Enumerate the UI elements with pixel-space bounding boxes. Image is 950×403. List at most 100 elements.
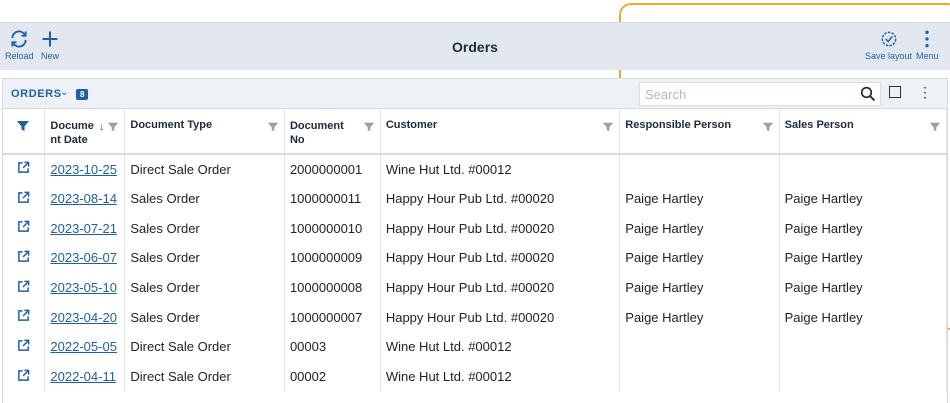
filter-icon[interactable] [107,121,119,133]
document-date-link[interactable]: 2023-04-20 [50,310,117,325]
cell-type: Direct Sale Order [124,332,285,362]
menu-button[interactable]: Menu [916,29,939,61]
cell-date: 2023-05-10 [44,272,126,303]
column-label: Document Type [130,119,213,131]
column-header-number[interactable]: Document No [284,109,381,155]
open-external-icon[interactable] [17,161,30,174]
cell-type: Sales Order [124,213,285,244]
column-header-sales[interactable]: Sales Person [779,109,948,155]
cell-date: 2022-04-11 [44,361,126,392]
cell-sales [779,332,948,362]
filter-icon[interactable] [602,121,614,133]
search-input[interactable] [640,83,840,105]
filter-icon[interactable] [363,121,375,133]
orders-dropdown[interactable]: ORDERS [11,88,62,100]
cell-date: 2023-08-14 [44,183,126,214]
cell-sales: Paige Hartley [779,302,948,333]
column-header-date[interactable]: Docume nt Date ↓ [44,109,126,155]
table-row[interactable]: 2023-04-20 Sales Order 1000000007 Happy Hou… [3,302,948,333]
cell-no: 1000000010 [284,213,381,244]
column-label: Responsible Person [625,119,732,131]
document-date-link[interactable]: 2023-06-07 [50,250,117,265]
cell-no: 1000000007 [284,302,381,333]
table-row[interactable]: 2022-04-11 Direct Sale Order 00002 Wine Hut… [3,361,948,392]
cell-responsible [619,361,780,392]
select-all-checkbox[interactable] [889,86,901,98]
save-layout-button[interactable]: Save layout [865,29,912,61]
cell-sales: Paige Hartley [779,213,948,244]
cell-no: 1000000008 [284,272,381,303]
document-date-link[interactable]: 2023-07-21 [50,221,117,236]
cell-responsible [619,154,780,184]
panel-menu-icon[interactable]: ⋮ [918,85,932,99]
open-cell [3,272,46,303]
open-cell [3,154,46,184]
filter-active-icon[interactable] [16,119,30,133]
cell-type: Sales Order [124,243,285,273]
orders-table: Docume nt Date ↓ Document Type Document N… [3,109,948,392]
column-header-type[interactable]: Document Type [124,109,285,155]
cell-type: Sales Order [124,183,285,214]
column-header-responsible[interactable]: Responsible Person [619,109,780,155]
cell-type: Direct Sale Order [124,361,285,392]
table-row[interactable]: 2023-06-07 Sales Order 1000000009 Happy Hou… [3,243,948,273]
column-label: Docume nt Date [50,120,94,146]
toolbar: Reload New Orders Save layout Menu [0,22,950,70]
document-date-link[interactable]: 2022-05-05 [50,339,117,354]
cell-responsible: Paige Hartley [619,213,780,244]
search-icon[interactable] [860,86,876,102]
cell-customer: Happy Hour Pub Ltd. #00020 [380,243,621,273]
cell-sales [779,361,948,392]
filter-toggle-header[interactable] [3,109,46,155]
table-row[interactable]: 2023-07-21 Sales Order 1000000010 Happy Hou… [3,213,948,244]
column-label: Document No [289,120,344,146]
cell-responsible [619,332,780,362]
open-external-icon[interactable] [17,309,30,322]
document-date-link[interactable]: 2023-08-14 [50,191,117,206]
save-layout-label: Save layout [865,51,913,61]
panel-header: ORDERS ⌄ 8 ⋮ [3,79,947,109]
cell-no: 2000000001 [284,154,381,184]
open-external-icon[interactable] [17,220,30,233]
cell-sales: Paige Hartley [779,243,948,273]
open-external-icon[interactable] [17,339,30,352]
cell-customer: Happy Hour Pub Ltd. #00020 [380,302,621,333]
document-date-link[interactable]: 2022-04-11 [50,369,116,384]
count-badge: 8 [76,89,89,100]
menu-label: Menu [916,51,939,61]
cell-customer: Wine Hut Ltd. #00012 [380,154,621,184]
document-date-link[interactable]: 2023-05-10 [50,280,117,295]
cell-date: 2022-05-05 [44,332,126,362]
open-external-icon[interactable] [17,191,30,204]
table-body: 2023-10-25 Direct Sale Order 2000000001 Win… [3,154,948,392]
document-date-link[interactable]: 2023-10-25 [50,162,117,177]
table-row[interactable]: 2023-10-25 Direct Sale Order 2000000001 Win… [3,154,948,184]
cell-no: 00002 [284,361,381,392]
open-external-icon[interactable] [17,369,30,382]
table-row[interactable]: 2023-08-14 Sales Order 1000000011 Happy Hou… [3,183,948,214]
cell-no: 1000000011 [284,183,381,214]
column-label: Customer [385,119,438,131]
kebab-icon [925,30,929,48]
filter-icon[interactable] [762,121,774,133]
cell-sales [779,154,948,184]
filter-icon[interactable] [267,121,279,133]
column-header-customer[interactable]: Customer [380,109,621,155]
table-row[interactable]: 2023-05-10 Sales Order 1000000008 Happy Hou… [3,272,948,303]
open-external-icon[interactable] [17,280,30,293]
cell-no: 00003 [284,332,381,362]
open-cell [3,302,46,333]
cell-responsible: Paige Hartley [619,302,780,333]
chevron-down-icon[interactable]: ⌄ [60,87,68,98]
cell-responsible: Paige Hartley [619,243,780,273]
filter-icon[interactable] [929,121,941,133]
cell-customer: Happy Hour Pub Ltd. #00020 [380,213,621,244]
cell-customer: Wine Hut Ltd. #00012 [380,332,621,362]
open-external-icon[interactable] [17,250,30,263]
column-label: Sales Person [784,119,854,131]
sort-desc-icon[interactable]: ↓ [99,121,105,133]
table-row[interactable]: 2022-05-05 Direct Sale Order 00003 Wine Hut… [3,332,948,362]
cell-no: 1000000009 [284,243,381,273]
cell-date: 2023-04-20 [44,302,126,333]
orders-panel: ORDERS ⌄ 8 ⋮ Docume nt Date ↓ Document Ty… [2,78,948,403]
